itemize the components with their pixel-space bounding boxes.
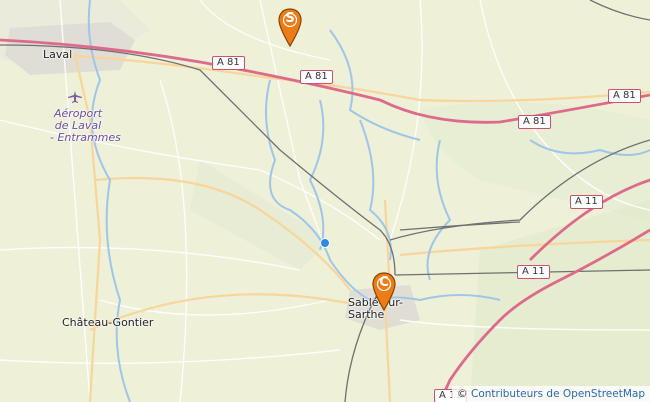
map-canvas[interactable]: Laval Aéroport de Laval - Entrammes Chât… (0, 0, 650, 402)
place-label-laval: Laval (43, 48, 73, 61)
place-label-chateau-gontier: Château-Gontier (62, 316, 154, 329)
current-marker[interactable]: C (371, 272, 397, 312)
road-shield-a11: A 11 (517, 265, 550, 279)
airport-icon (68, 91, 82, 103)
start-marker-label: S (285, 11, 295, 26)
current-marker-label: C (379, 275, 389, 290)
location-dot (320, 238, 330, 248)
start-marker[interactable]: S (277, 8, 303, 48)
road-shield-a81: A 81 (518, 115, 551, 129)
airport-label: Aéroport de Laval - Entrammes (50, 108, 121, 144)
road-shield-a11: A 11 (570, 195, 603, 209)
osm-attribution-link[interactable]: Contributeurs de OpenStreetMap (471, 388, 645, 400)
road-shield-a81: A 81 (608, 89, 641, 103)
airport-label-line3: - Entrammes (50, 131, 121, 144)
road-shield-a81: A 81 (212, 56, 245, 70)
map-base-layer (0, 0, 650, 402)
road-shield-a81: A 81 (300, 70, 333, 84)
map-attribution: © Contributeurs de OpenStreetMap (452, 386, 650, 402)
copyright-symbol: © (457, 388, 468, 400)
